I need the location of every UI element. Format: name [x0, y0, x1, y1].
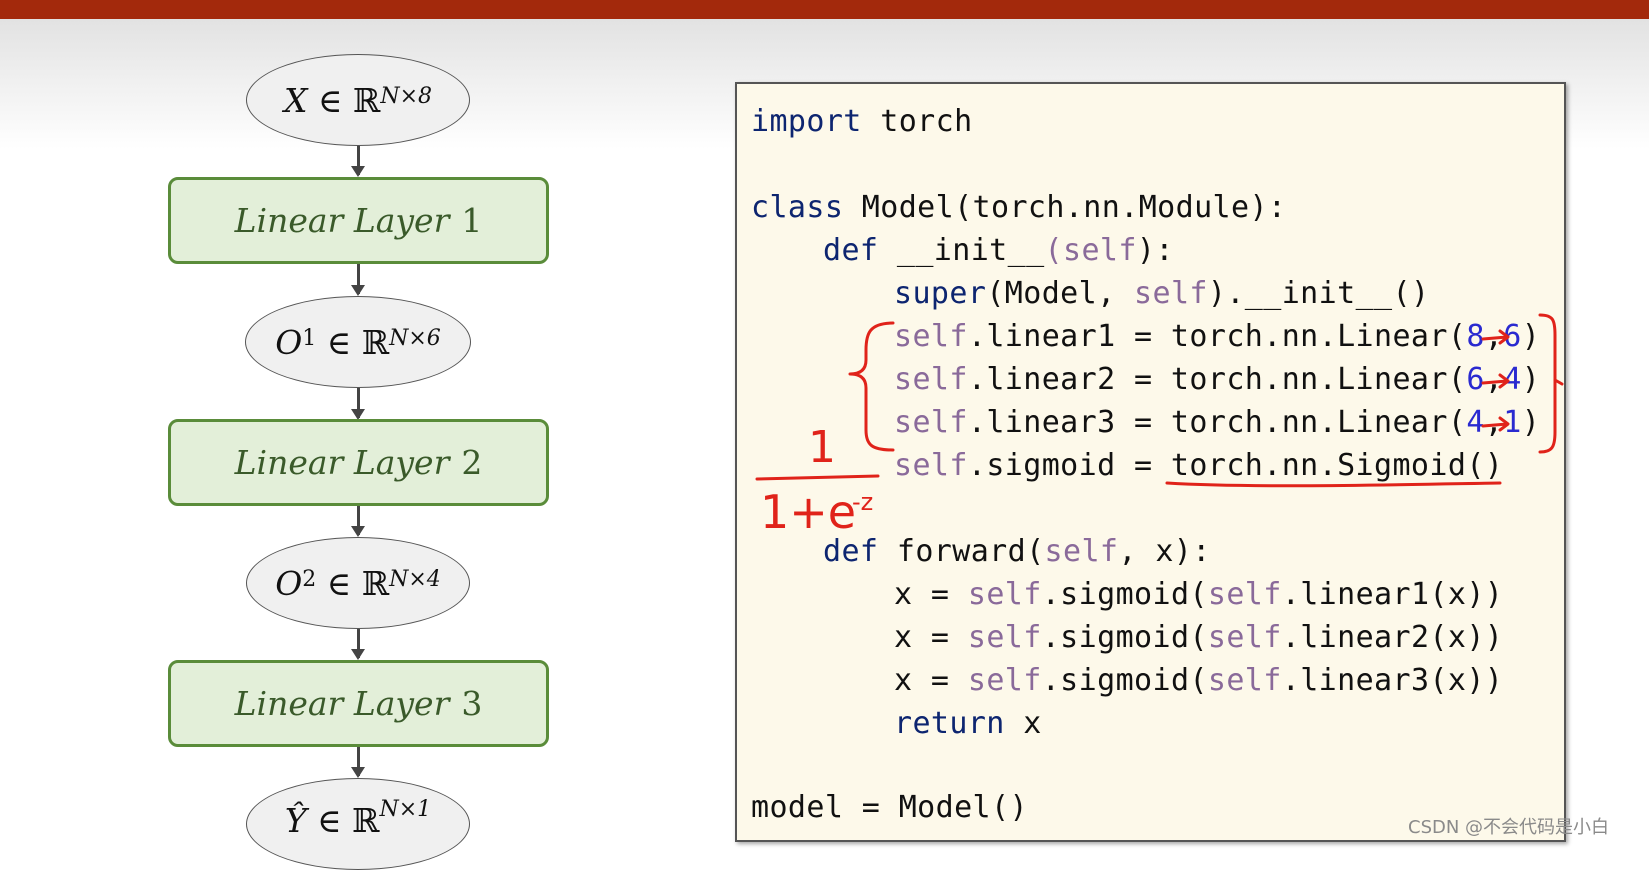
left-brace-icon	[848, 321, 895, 452]
watermark: CSDN @不会代码是小白	[1408, 817, 1610, 838]
right-bracket-icon	[1538, 313, 1564, 454]
arrow-8-to-6-icon	[1481, 329, 1510, 345]
sigmoid-denominator: 1+e	[760, 485, 856, 539]
sigmoid-numerator: 1	[808, 422, 836, 473]
sigmoid-exponent: -z	[852, 488, 873, 516]
arrow-4-to-1-icon	[1481, 416, 1510, 432]
fraction-line-icon	[755, 474, 880, 481]
handwritten-annotations: 1 1+e -z	[755, 313, 1564, 539]
sigmoid-underline-icon	[1165, 481, 1502, 488]
arrow-6-to-4-icon	[1481, 373, 1510, 389]
